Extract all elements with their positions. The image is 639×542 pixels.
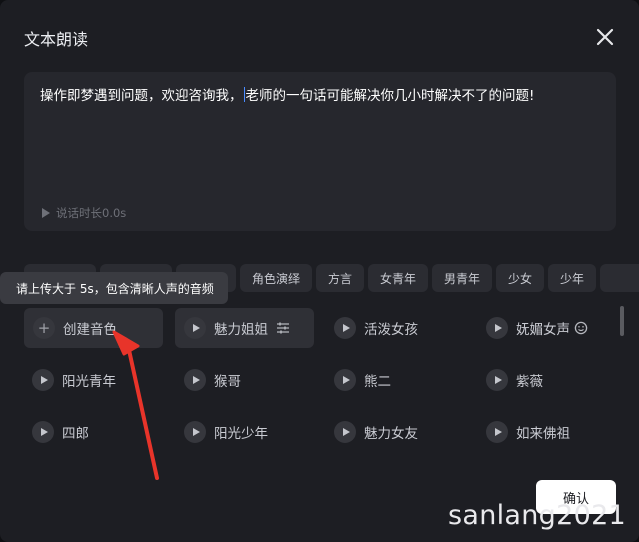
play-icon (486, 317, 508, 339)
voice-ziwei[interactable]: 紫薇 (486, 360, 611, 400)
play-icon (184, 369, 206, 391)
text-caret (243, 87, 245, 102)
play-icon (184, 317, 206, 339)
voice-bear-two[interactable]: 熊二 (334, 360, 464, 400)
tag-boy[interactable]: 少年 (548, 264, 596, 292)
play-icon (184, 421, 206, 443)
sliders-icon[interactable] (276, 322, 290, 334)
voice-silang[interactable]: 四郎 (32, 412, 162, 452)
play-icon (334, 421, 356, 443)
play-icon (42, 208, 50, 218)
voice-label: 阳光少年 (214, 426, 268, 442)
play-icon (334, 317, 356, 339)
voice-label: 活泼女孩 (364, 322, 418, 338)
voice-sunny-youth[interactable]: 阳光青年 (32, 360, 162, 400)
text-input[interactable]: 操作即梦遇到问题，欢迎咨询我， 老师的一句话可能解决你几小时解决不了的问题! 说话… (24, 72, 616, 231)
watermark: sanlang2021 (448, 500, 627, 531)
voice-label: 魅力姐姐 (214, 322, 268, 338)
tag-partial[interactable] (600, 264, 639, 292)
voice-label: 魅力女友 (364, 426, 418, 442)
dialog-title: 文本朗读 (24, 30, 89, 49)
voice-label: 四郎 (62, 426, 89, 442)
voice-label: 猴哥 (214, 374, 241, 390)
tag-girl[interactable]: 少女 (496, 264, 544, 292)
duration-label: 说话时长0.0s (56, 206, 127, 220)
voice-sunny-teen[interactable]: 阳光少年 (184, 412, 314, 452)
speech-duration[interactable]: 说话时长0.0s (42, 205, 126, 221)
voice-monkey-brother[interactable]: 猴哥 (184, 360, 314, 400)
text-before-caret: 操作即梦遇到问题，欢迎咨询我， (40, 88, 243, 104)
close-icon[interactable] (594, 26, 616, 48)
play-icon (486, 421, 508, 443)
tag-young-man[interactable]: 男青年 (432, 264, 492, 292)
scrollbar[interactable] (620, 306, 624, 336)
tag-young-woman[interactable]: 女青年 (368, 264, 428, 292)
voice-label: 如来佛祖 (516, 426, 570, 442)
voice-label: 创建音色 (63, 322, 117, 338)
text-after-caret: 老师的一句话可能解决你几小时解决不了的问题! (245, 88, 535, 104)
voice-charming-sister[interactable]: 魅力姐姐 (175, 308, 314, 348)
voice-label: 紫薇 (516, 374, 543, 390)
text-input-content: 操作即梦遇到问题，欢迎咨询我， 老师的一句话可能解决你几小时解决不了的问题! (40, 86, 600, 106)
tag-dialect[interactable]: 方言 (316, 264, 364, 292)
play-icon (486, 369, 508, 391)
smile-icon[interactable] (574, 321, 588, 335)
play-icon (32, 421, 54, 443)
upload-tooltip: 请上传大于 5s，包含清晰人声的音频 (0, 272, 228, 304)
play-icon (32, 369, 54, 391)
plus-icon: + (33, 317, 55, 339)
voice-label: 妩媚女声 (516, 322, 570, 338)
create-voice-button[interactable]: + 创建音色 (24, 308, 163, 348)
voice-charming-girlfriend[interactable]: 魅力女友 (334, 412, 464, 452)
voice-charming-female[interactable]: 妩媚女声 (486, 308, 611, 348)
voice-label: 熊二 (364, 374, 391, 390)
voice-lively-girl[interactable]: 活泼女孩 (334, 308, 473, 348)
voice-label: 阳光青年 (62, 374, 116, 390)
voice-buddha[interactable]: 如来佛祖 (486, 412, 611, 452)
play-icon (334, 369, 356, 391)
text-to-speech-dialog: 文本朗读 操作即梦遇到问题，欢迎咨询我， 老师的一句话可能解决你几小时解决不了的问… (0, 0, 639, 542)
tag-role-play[interactable]: 角色演绎 (240, 264, 312, 292)
